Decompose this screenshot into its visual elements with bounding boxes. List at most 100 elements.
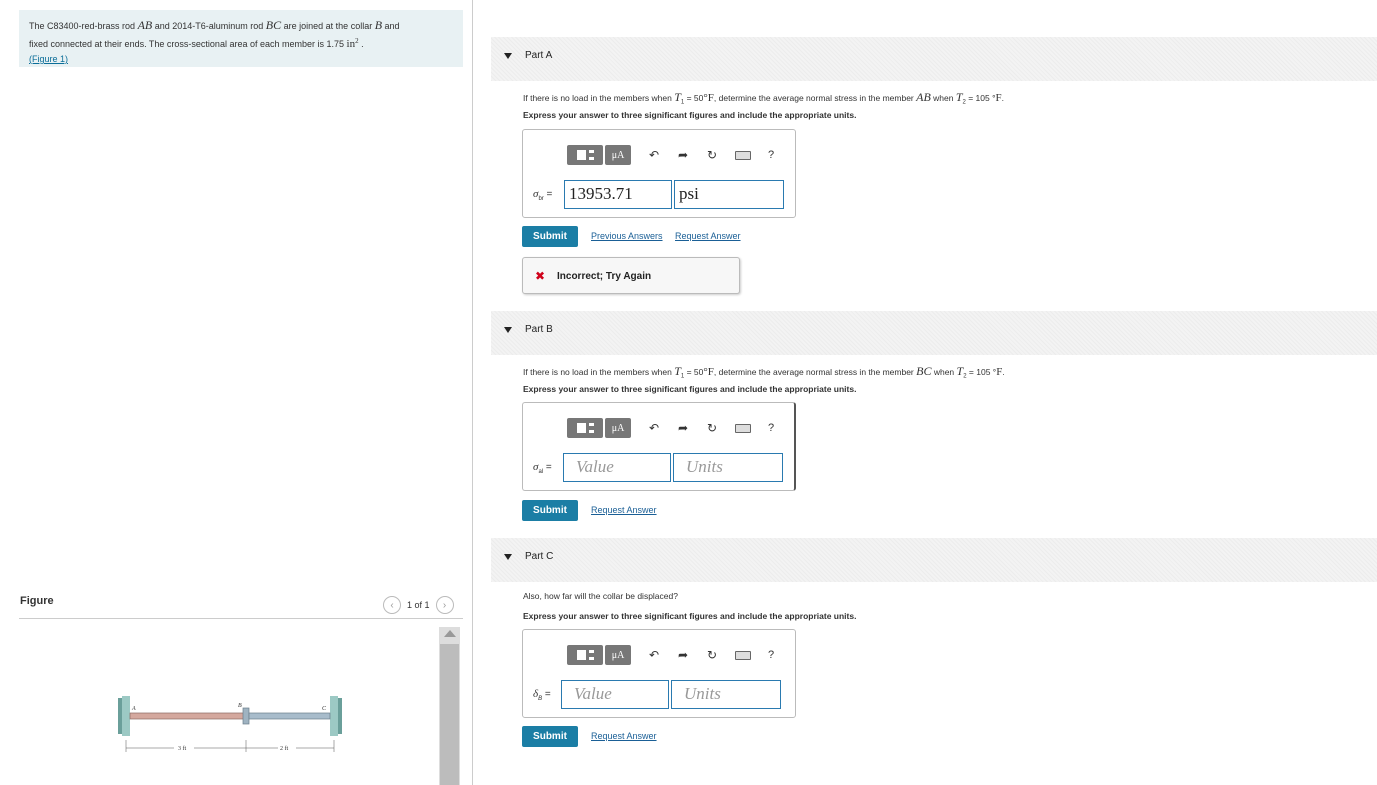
value-field[interactable]: 13953.71	[564, 180, 672, 209]
problem-text: and 2014-T6-aluminum rod	[152, 21, 266, 31]
figure-title: Figure	[20, 595, 54, 607]
reset-icon[interactable]: ↻	[706, 421, 718, 435]
rod-bc	[248, 712, 331, 720]
left-support	[122, 696, 130, 736]
part-b-answer-box: μA ↶ ➦ ↻ ? σal = Value Units	[522, 402, 796, 491]
templates-icon[interactable]	[567, 145, 603, 165]
units-icon[interactable]: μA	[605, 418, 631, 438]
scroll-thumb[interactable]	[440, 644, 459, 785]
part-a-answer-box: μA ↶ ➦ ↻ ? σbr = 13953.71 psi	[522, 129, 796, 218]
label-a: A	[131, 706, 136, 712]
part-a-header[interactable]: Part A	[491, 37, 1377, 81]
unit-area: in	[346, 38, 356, 50]
help-icon[interactable]: ?	[768, 649, 774, 661]
part-a-title: Part A	[525, 50, 553, 61]
math-t1: T	[674, 90, 681, 104]
answer-label: σal =	[533, 461, 552, 475]
keyboard-icon[interactable]	[735, 150, 751, 160]
label-c: C	[322, 706, 327, 712]
label-b: B	[238, 703, 242, 709]
problem-text: and	[382, 21, 400, 31]
units-icon[interactable]: μA	[605, 645, 631, 665]
math-b: B	[374, 18, 383, 32]
units-field[interactable]: psi	[674, 180, 784, 209]
math-member: BC	[916, 364, 932, 378]
question-text: If there is no load in the members when	[523, 367, 675, 377]
label-3ft: 3 ft	[178, 745, 186, 752]
left-panel: The C83400-red-brass rod AB and 2014-T6-…	[0, 0, 472, 785]
redo-icon[interactable]: ➦	[677, 421, 689, 435]
part-a-submit-button[interactable]: Submit	[522, 226, 578, 247]
math-toolbar: μA ↶ ➦ ↻ ?	[567, 144, 774, 166]
rod-figure: A B C 3 ft 2 ft	[118, 696, 342, 752]
redo-icon[interactable]: ➦	[677, 148, 689, 162]
part-b-request-answer-link[interactable]: Request Answer	[591, 505, 657, 515]
problem-text: .	[358, 39, 364, 49]
question-text: when	[930, 93, 956, 103]
part-c-question: Also, how far will the collar be displac…	[523, 591, 678, 601]
answer-label: σbr =	[533, 188, 552, 202]
value-field[interactable]: Value	[561, 680, 669, 709]
templates-icon[interactable]	[567, 418, 603, 438]
unit-f: °F	[703, 92, 714, 104]
question-text: when	[931, 367, 957, 377]
units-field[interactable]: Units	[673, 453, 783, 482]
chevron-right-icon[interactable]: ›	[435, 596, 454, 614]
undo-icon[interactable]: ↶	[648, 648, 660, 662]
math-toolbar: μA ↶ ➦ ↻ ?	[567, 417, 774, 439]
keyboard-icon[interactable]	[735, 423, 751, 433]
figure-counter: 1 of 1	[407, 600, 430, 610]
chevron-left-icon[interactable]: ‹	[383, 596, 401, 614]
question-text: = 50	[684, 93, 704, 103]
scroll-up-icon[interactable]	[443, 630, 456, 637]
undo-icon[interactable]: ↶	[648, 421, 660, 435]
part-c-title: Part C	[525, 551, 554, 562]
feedback-text: Incorrect; Try Again	[557, 271, 652, 282]
math-ab: AB	[137, 18, 153, 32]
x-icon: ✖	[535, 269, 546, 283]
problem-line-1: The C83400-red-brass rod AB and 2014-T6-…	[29, 18, 453, 34]
question-text: , determine the average normal stress in…	[713, 367, 917, 377]
question-text: If there is no load in the members when	[523, 93, 675, 103]
answer-label: δB =	[533, 688, 551, 702]
math-bc: BC	[265, 18, 282, 32]
part-c-instruction: Express your answer to three significant…	[523, 611, 857, 621]
rod-ab	[129, 712, 247, 720]
collapse-triangle-icon[interactable]	[504, 554, 512, 560]
undo-icon[interactable]: ↶	[648, 148, 660, 162]
help-icon[interactable]: ?	[768, 422, 774, 434]
part-a-request-answer-link[interactable]: Request Answer	[675, 231, 741, 241]
collapse-triangle-icon[interactable]	[504, 53, 512, 59]
collapse-triangle-icon[interactable]	[504, 327, 512, 333]
equals-sign: =	[543, 189, 553, 200]
question-text: , determine the average normal stress in…	[713, 93, 917, 103]
part-c-request-answer-link[interactable]: Request Answer	[591, 731, 657, 741]
reset-icon[interactable]: ↻	[706, 648, 718, 662]
previous-answers-link[interactable]: Previous Answers	[591, 231, 663, 241]
part-b-question: If there is no load in the members when …	[523, 364, 1005, 380]
units-field[interactable]: Units	[671, 680, 781, 709]
question-text: .	[1002, 367, 1005, 377]
redo-icon[interactable]: ➦	[677, 648, 689, 662]
math-member: AB	[916, 90, 931, 104]
help-icon[interactable]: ?	[768, 149, 774, 161]
keyboard-icon[interactable]	[735, 650, 751, 660]
part-b-submit-button[interactable]: Submit	[522, 500, 578, 521]
value-field[interactable]: Value	[563, 453, 671, 482]
part-c-header[interactable]: Part C	[491, 538, 1377, 582]
templates-icon[interactable]	[567, 645, 603, 665]
part-b-header[interactable]: Part B	[491, 311, 1377, 355]
question-text: = 105 °	[965, 93, 996, 103]
part-c-submit-button[interactable]: Submit	[522, 726, 578, 747]
problem-statement: The C83400-red-brass rod AB and 2014-T6-…	[19, 10, 463, 67]
part-b-instruction: Express your answer to three significant…	[523, 384, 857, 394]
feedback-box: ✖ Incorrect; Try Again	[522, 257, 740, 294]
figure-scrollbar[interactable]	[439, 627, 460, 785]
reset-icon[interactable]: ↻	[706, 148, 718, 162]
problem-text: The C83400-red-brass rod	[29, 21, 138, 31]
panel-divider	[472, 0, 473, 785]
figure-link[interactable]: (Figure 1)	[29, 54, 68, 64]
collar-b	[242, 707, 250, 725]
part-a-question: If there is no load in the members when …	[523, 90, 1004, 106]
units-icon[interactable]: μA	[605, 145, 631, 165]
